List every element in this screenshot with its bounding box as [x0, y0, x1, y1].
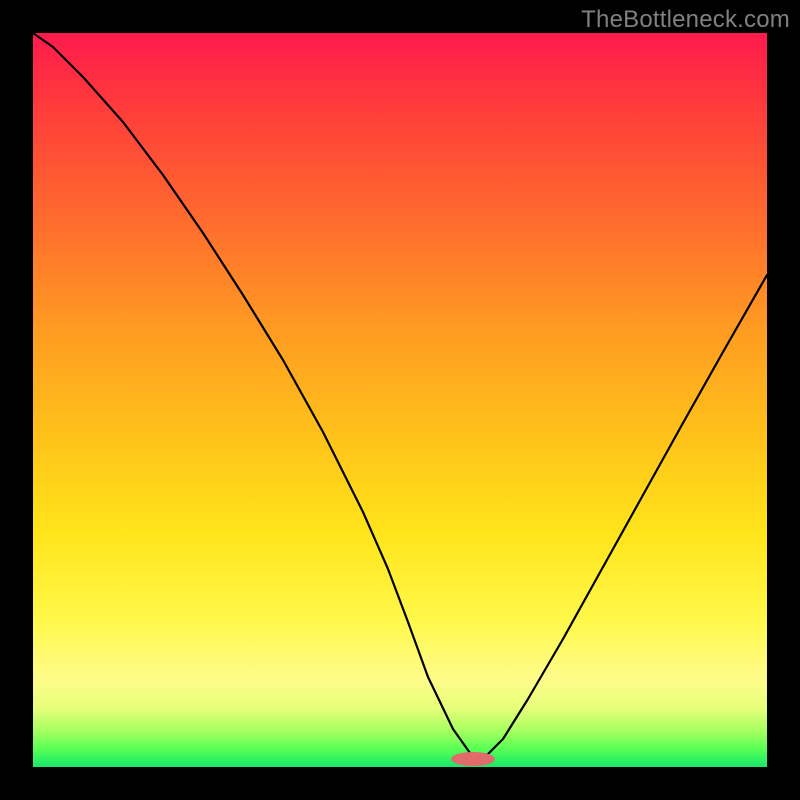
optimal-marker — [451, 752, 495, 766]
chart-svg — [33, 33, 767, 767]
chart-frame: TheBottleneck.com — [0, 0, 800, 800]
plot-area — [33, 33, 767, 767]
watermark-text: TheBottleneck.com — [581, 6, 790, 34]
bottleneck-curve — [33, 33, 767, 759]
